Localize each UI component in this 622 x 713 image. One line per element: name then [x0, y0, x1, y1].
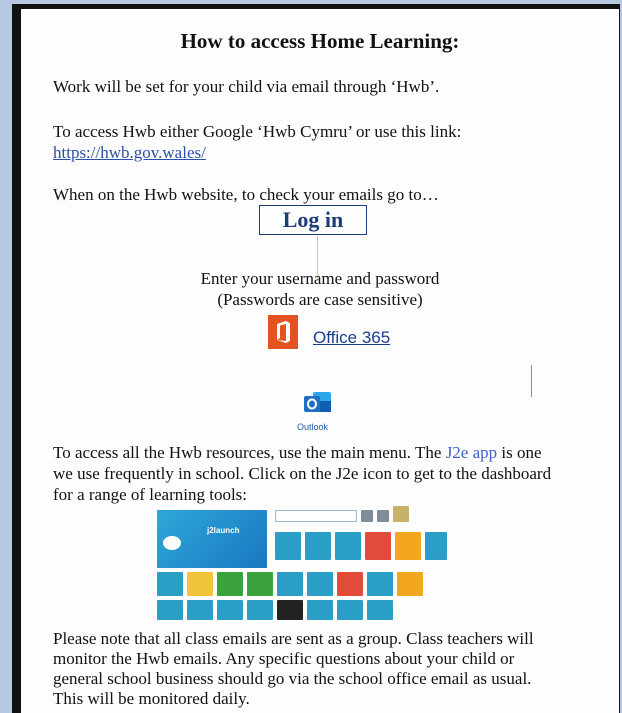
add-icon[interactable] [377, 510, 389, 522]
tile-code[interactable] [157, 572, 183, 596]
tile-dashboard[interactable] [187, 600, 213, 620]
j2launch-panel[interactable]: j2launch [157, 510, 267, 568]
para-work-set: Work will be set for your child via emai… [53, 77, 440, 96]
para-access-hwb: To access Hwb either Google ‘Hwb Cymru’ … [53, 122, 462, 141]
tile-homework[interactable] [425, 532, 447, 560]
case-sensitive-text: (Passwords are case sensitive) [217, 290, 423, 309]
hwb-link[interactable]: https://hwb.gov.wales/ [53, 142, 206, 163]
tile-check[interactable] [247, 572, 273, 596]
resources-text-a: To access all the Hwb resources, use the… [53, 443, 446, 462]
note-line-2: monitor the Hwb emails. Any specific que… [53, 649, 515, 668]
tile-display[interactable] [367, 572, 393, 596]
tile-upload[interactable] [157, 600, 183, 620]
login-button[interactable]: Log in [259, 205, 367, 235]
j2e-app-link[interactable]: J2e app [446, 443, 497, 462]
tile-messages[interactable] [307, 572, 333, 596]
outlook-label: Outlook [297, 422, 329, 432]
tile-keyboard[interactable] [277, 600, 303, 620]
tile-j2e[interactable] [365, 532, 391, 560]
outlook-icon[interactable] [303, 389, 333, 417]
resources-text-b: is one [497, 443, 542, 462]
tile-j2e5[interactable] [395, 532, 421, 560]
tile-tools[interactable] [397, 572, 423, 596]
j2e-dashboard-image[interactable]: j2launch [157, 502, 447, 620]
tile-grid[interactable] [337, 600, 363, 620]
office-icon[interactable] [268, 315, 298, 349]
cloud-icon [163, 536, 181, 550]
text-cursor [531, 365, 532, 397]
tile-star[interactable] [187, 572, 213, 596]
tile-camera[interactable] [217, 572, 243, 596]
tile-learning[interactable] [335, 532, 361, 560]
j2launch-label: j2launch [207, 526, 240, 535]
tile-sheet[interactable] [307, 600, 333, 620]
tile-jit[interactable] [277, 572, 303, 596]
para-resources-line2: we use frequently in school. Click on th… [53, 464, 552, 483]
note-line-4: This will be monitored daily. [53, 689, 250, 708]
note-paragraph: Please note that all class emails are se… [53, 629, 613, 709]
note-line-3: general school business should go via th… [53, 669, 532, 688]
tile-just2easy[interactable] [305, 532, 331, 560]
document-page: How to access Home Learning: Work will b… [21, 9, 619, 713]
folder-icon[interactable] [361, 510, 373, 522]
tile-my-files[interactable] [275, 532, 301, 560]
tile-launch[interactable] [247, 600, 273, 620]
search-input[interactable] [275, 510, 357, 522]
office-365-link[interactable]: Office 365 [313, 328, 390, 348]
tile-blog[interactable] [337, 572, 363, 596]
document-title: How to access Home Learning: [180, 29, 460, 53]
note-line-1: Please note that all class emails are se… [53, 629, 534, 648]
para-resources-line1: To access all the Hwb resources, use the… [53, 442, 542, 463]
tile-calendar[interactable] [367, 600, 393, 620]
enter-credentials-text: Enter your username and password [200, 269, 440, 288]
apps-icon[interactable] [393, 506, 409, 522]
para-check-emails: When on the Hwb website, to check your e… [53, 185, 439, 204]
tile-help[interactable] [217, 600, 243, 620]
